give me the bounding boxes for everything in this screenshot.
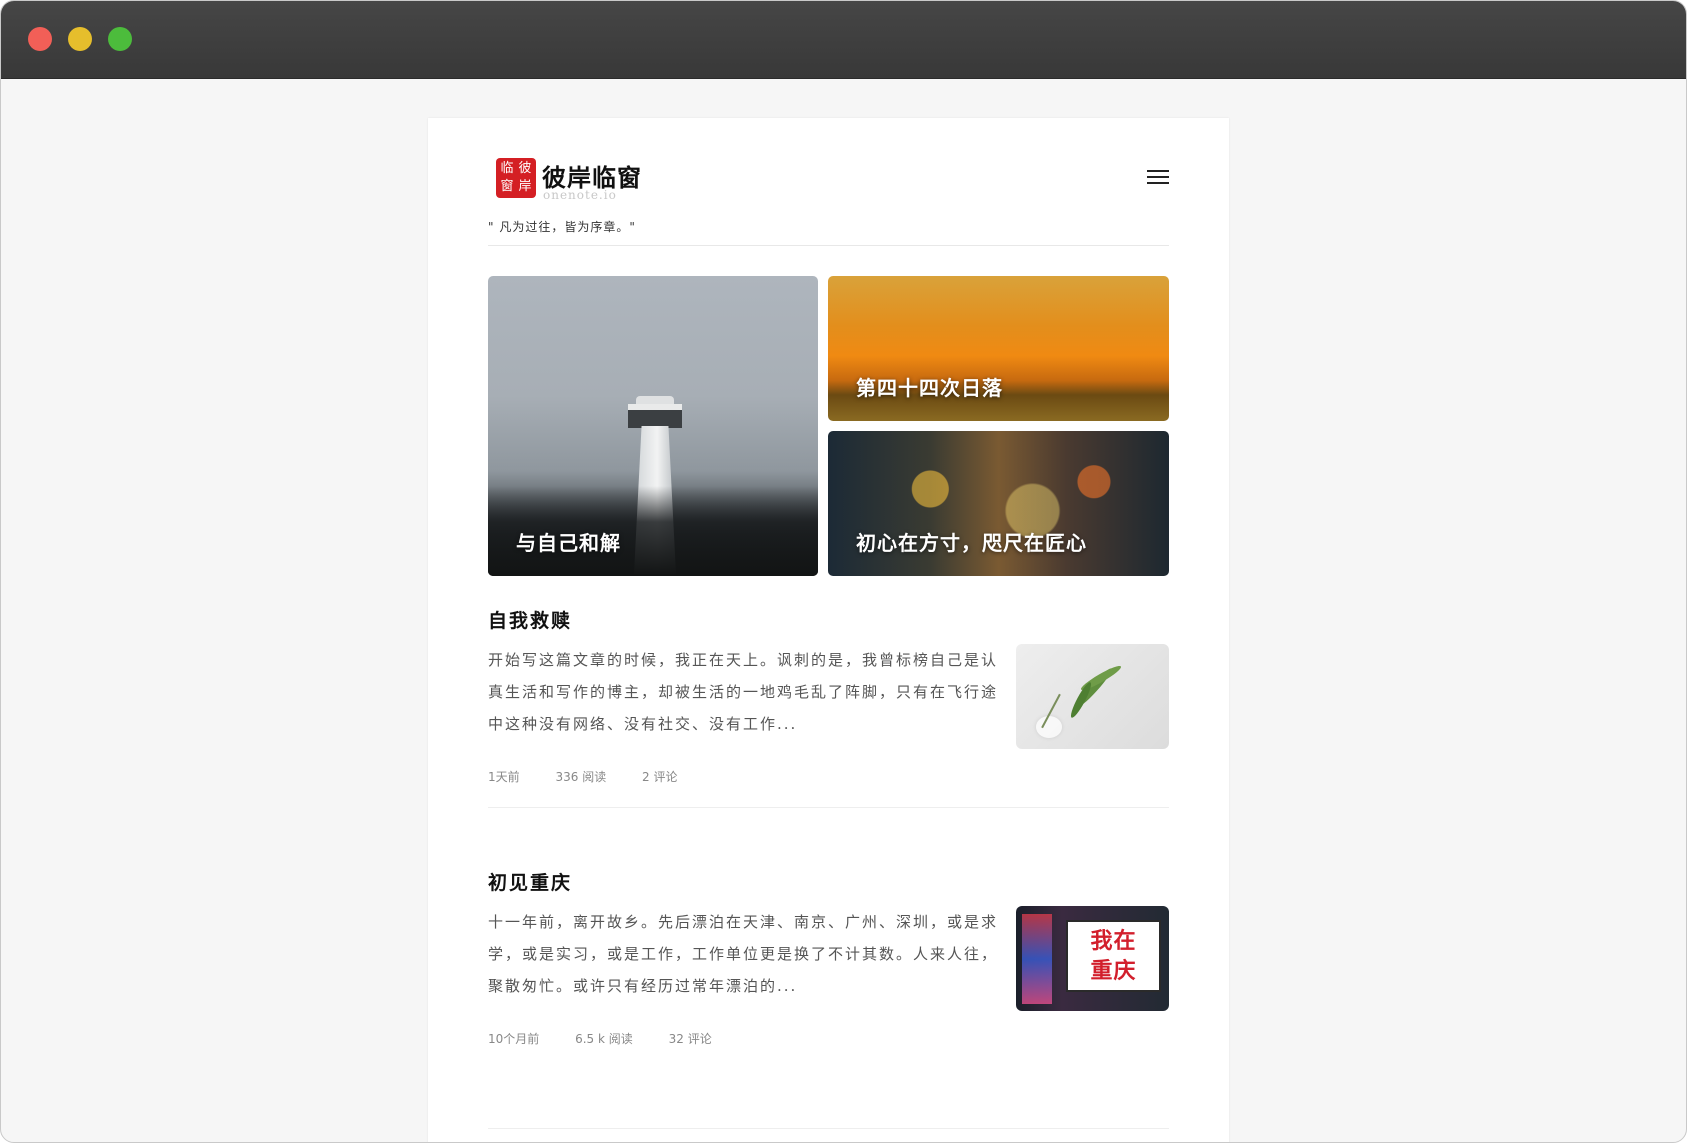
post-excerpt: 十一年前，离开故乡。先后漂泊在天津、南京、广州、深圳，或是求学，或是实习，或是工… bbox=[488, 913, 999, 995]
post-reads: 6.5 k 阅读 bbox=[575, 1032, 633, 1046]
minimize-window-button[interactable] bbox=[68, 27, 92, 51]
featured-card-street[interactable]: 初心在方寸，咫尺在匠心 bbox=[828, 431, 1169, 576]
site-motto: " 凡为过往，皆为序章。" bbox=[488, 220, 636, 234]
featured-title[interactable]: 初心在方寸，咫尺在匠心 bbox=[856, 527, 1087, 556]
thumb-sign-text: 我在 重庆 bbox=[1066, 920, 1161, 992]
site-domain: onenote.io bbox=[543, 188, 617, 202]
close-window-button[interactable] bbox=[28, 27, 52, 51]
featured-title[interactable]: 第四十四次日落 bbox=[856, 372, 1003, 401]
post-comments[interactable]: 32 评论 bbox=[669, 1032, 712, 1046]
post-title[interactable]: 自我救赎 bbox=[488, 606, 572, 633]
browser-window: 临 彼 窗 岸 彼岸临窗 onenote.io " 凡为过往，皆为序章。" 与自… bbox=[0, 0, 1687, 1143]
hamburger-menu-icon[interactable] bbox=[1147, 166, 1169, 186]
window-titlebar bbox=[1, 1, 1686, 79]
post-excerpt: 开始写这篇文章的时候，我正在天上。讽刺的是，我曾标榜自己是认真生活和写作的博主，… bbox=[488, 651, 999, 733]
seal-char: 岸 bbox=[518, 179, 532, 194]
zoom-window-button[interactable] bbox=[108, 27, 132, 51]
featured-title[interactable]: 与自己和解 bbox=[516, 527, 621, 556]
post-time: 10个月前 bbox=[488, 1032, 540, 1046]
post-item: 初见重庆 十一年前，离开故乡。先后漂泊在天津、南京、广州、深圳，或是求学，或是实… bbox=[488, 868, 1169, 1048]
post-thumbnail[interactable] bbox=[1016, 644, 1169, 749]
blog-page: 临 彼 窗 岸 彼岸临窗 onenote.io " 凡为过往，皆为序章。" 与自… bbox=[428, 118, 1229, 1142]
seal-char: 彼 bbox=[518, 161, 532, 176]
featured-grid: 与自己和解 第四十四次日落 初心在方寸，咫尺在匠心 bbox=[488, 276, 1169, 576]
site-header: 临 彼 窗 岸 彼岸临窗 onenote.io " 凡为过往，皆为序章。" bbox=[488, 154, 1169, 264]
seal-logo-icon[interactable]: 临 彼 窗 岸 bbox=[496, 158, 536, 198]
post-time: 1天前 bbox=[488, 770, 520, 784]
post-divider bbox=[488, 1128, 1169, 1129]
neon-signs-image bbox=[1022, 914, 1052, 1004]
post-meta: 10个月前 6.5 k 阅读 32 评论 bbox=[488, 1030, 744, 1047]
seal-char: 临 bbox=[500, 161, 514, 176]
post-reads: 336 阅读 bbox=[555, 770, 607, 784]
header-divider bbox=[488, 245, 1169, 246]
post-title[interactable]: 初见重庆 bbox=[488, 868, 572, 895]
seal-char: 窗 bbox=[500, 179, 514, 194]
featured-card-lighthouse[interactable]: 与自己和解 bbox=[488, 276, 818, 576]
post-meta: 1天前 336 阅读 2 评论 bbox=[488, 768, 709, 785]
featured-card-sunset[interactable]: 第四十四次日落 bbox=[828, 276, 1169, 421]
post-divider bbox=[488, 807, 1169, 808]
lighthouse-image bbox=[628, 404, 682, 428]
post-item: 自我救赎 开始写这篇文章的时候，我正在天上。讽刺的是，我曾标榜自己是认真生活和写… bbox=[488, 606, 1169, 786]
post-thumbnail[interactable]: 我在 重庆 bbox=[1016, 906, 1169, 1011]
post-comments[interactable]: 2 评论 bbox=[642, 770, 677, 784]
